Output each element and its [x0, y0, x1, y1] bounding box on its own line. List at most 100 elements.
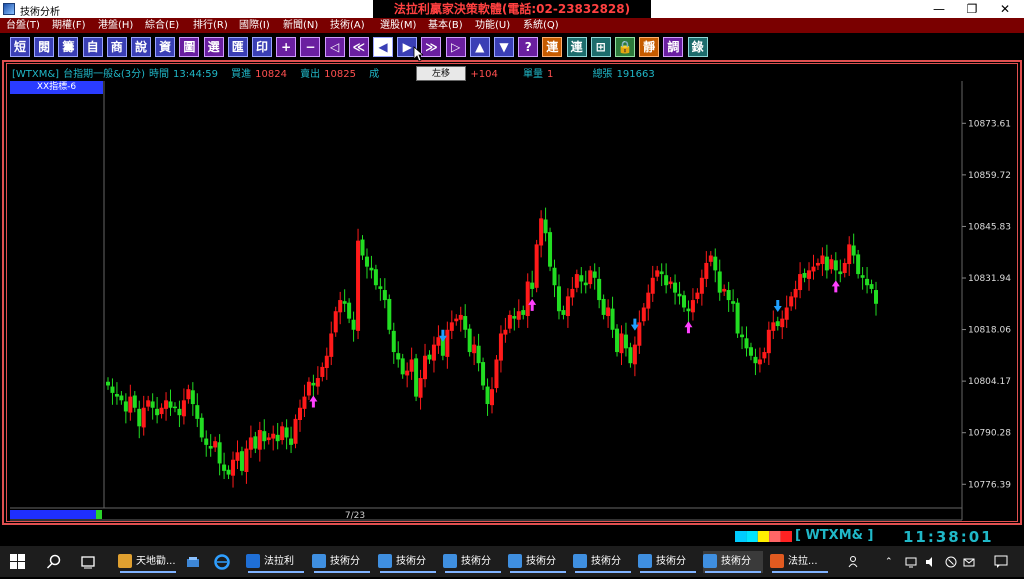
toolbar-button-2[interactable]: 籌: [58, 37, 79, 57]
menu-item-0[interactable]: 台盤(T): [6, 18, 40, 33]
notification-icon[interactable]: [994, 551, 1010, 573]
quote-volume: 1: [547, 69, 554, 80]
quote-time-label: 時間: [149, 69, 170, 80]
toolbar-button-28[interactable]: 錄: [687, 37, 708, 57]
tool-icon[interactable]: [185, 551, 205, 573]
quote-time: 13:44:59: [173, 69, 218, 80]
toolbar-button-3[interactable]: 自: [82, 37, 103, 57]
quote-trade-label: 成: [369, 69, 380, 80]
taskbar-app-7[interactable]: 技術分: [638, 551, 698, 573]
toolbar-button-27[interactable]: 調: [663, 37, 684, 57]
menu-item-1[interactable]: 期權(F): [52, 18, 86, 33]
close-button[interactable]: ✕: [988, 0, 1022, 18]
toolbar-button-25[interactable]: 🔒: [615, 37, 635, 57]
toolbar-button-10[interactable]: 印: [252, 37, 272, 57]
toolbar-button-26[interactable]: 靜: [639, 37, 660, 57]
taskbar-app-icon: [770, 554, 784, 568]
search-icon[interactable]: [46, 551, 66, 573]
taskbar-app-icon: [118, 554, 132, 568]
taskbar-app-label: 技術分: [330, 556, 360, 567]
maximize-button[interactable]: ❐: [955, 0, 989, 18]
taskbar-app-9[interactable]: 法拉...: [770, 551, 830, 573]
toolbar-button-21[interactable]: ?: [518, 37, 539, 57]
taskbar-app-3[interactable]: 技術分: [378, 551, 438, 573]
taskbar-app-label: 技術分: [721, 556, 751, 567]
toolbar-button-9[interactable]: 匯: [227, 37, 248, 57]
menu-item-4[interactable]: 排行(R): [193, 18, 228, 33]
taskbar-running-indicator: [248, 571, 304, 573]
menu-item-3[interactable]: 綜合(E): [145, 18, 179, 33]
taskbar-running-indicator: [510, 571, 566, 573]
toolbar-button-4[interactable]: 商: [106, 37, 127, 57]
toolbar-button-13[interactable]: ◁: [324, 37, 345, 57]
taskbar-app-icon: [703, 554, 717, 568]
taskbar-running-indicator: [380, 571, 436, 573]
toolbar-button-0[interactable]: 短: [10, 37, 30, 57]
taskbar-app-icon: [378, 554, 392, 568]
quote-symbol: [WTXM&]: [12, 69, 60, 80]
taskbar-app-0[interactable]: 天地勸...: [118, 551, 178, 573]
menu-item-11[interactable]: 系統(Q): [523, 18, 559, 33]
colorbar-segment-4: [780, 531, 792, 542]
menu-item-10[interactable]: 功能(U): [475, 18, 510, 33]
menu-item-2[interactable]: 港盤(H): [98, 18, 133, 33]
tray-chevron-icon[interactable]: ⌃: [885, 551, 897, 573]
toolbar-button-1[interactable]: 閱: [34, 37, 55, 57]
toolbar-button-7[interactable]: 圖: [179, 37, 200, 57]
taskbar-app-8[interactable]: 技術分: [703, 551, 763, 573]
toolbar-button-12[interactable]: −: [300, 37, 321, 57]
taskbar-app-label: 技術分: [396, 556, 426, 567]
network-icon[interactable]: [905, 551, 919, 573]
taskbar-app-2[interactable]: 技術分: [312, 551, 372, 573]
record-icon[interactable]: [945, 551, 959, 573]
mail-icon[interactable]: [963, 551, 977, 573]
indicator-label[interactable]: XX指標-6: [10, 81, 103, 94]
minimize-button[interactable]: —: [922, 0, 956, 18]
taskbar-app-icon: [573, 554, 587, 568]
taskbar-app-label: 技術分: [656, 556, 686, 567]
taskbar-app-label: 技術分: [526, 556, 556, 567]
taskbar-app-icon: [443, 554, 457, 568]
toolbar-button-8[interactable]: 選: [203, 37, 224, 57]
taskbar-app-4[interactable]: 技術分: [443, 551, 503, 573]
menu-item-5[interactable]: 國際(I): [239, 18, 270, 33]
toolbar-button-5[interactable]: 說: [131, 37, 151, 57]
colorbar-segment-0: [735, 531, 747, 542]
windows-start-icon[interactable]: [10, 551, 34, 573]
people-icon[interactable]: [848, 551, 866, 573]
quote-line: [WTXM&] 台指期一般&(3分) 時間 13:44:59 買進 10824 賣出 10…: [12, 65, 659, 80]
volume-icon[interactable]: [925, 551, 939, 573]
browser-icon[interactable]: [214, 551, 234, 573]
taskbar-app-5[interactable]: 技術分: [508, 551, 568, 573]
toolbar-button-18[interactable]: ▷: [445, 37, 466, 57]
status-symbol: [ WTXM& ]: [795, 528, 874, 543]
banner-text: 法拉利贏家決策軟體(電話:02-23832828): [373, 0, 651, 18]
task-view-icon[interactable]: [80, 551, 100, 573]
toolbar-button-24[interactable]: ⊞: [590, 37, 611, 57]
taskbar-app-6[interactable]: 技術分: [573, 551, 633, 573]
menu-item-8[interactable]: 選股(M): [380, 18, 416, 33]
toolbar-button-17[interactable]: ≫: [421, 37, 442, 57]
taskbar-app-1[interactable]: 法拉利: [246, 551, 306, 573]
taskbar-running-indicator: [445, 571, 501, 573]
toolbar-button-11[interactable]: +: [276, 37, 297, 57]
toolbar-button-19[interactable]: ▲: [469, 37, 490, 57]
toolbar-button-22[interactable]: 連: [542, 37, 563, 57]
toolbar-button-14[interactable]: ≪: [348, 37, 369, 57]
toolbar-button-6[interactable]: 資: [155, 37, 176, 57]
menu-item-7[interactable]: 技術(A): [330, 18, 365, 33]
toolbar-button-23[interactable]: 連: [566, 37, 587, 57]
menu-item-9[interactable]: 基本(B): [428, 18, 463, 33]
quote-total: 191663: [616, 69, 655, 80]
toolbar-button-15[interactable]: ◀: [373, 37, 393, 57]
toolbar-button-20[interactable]: ▼: [494, 37, 514, 57]
taskbar-running-indicator: [705, 571, 761, 573]
taskbar: ⌃ 天地勸... 法拉利 技術分 技術分 技術分 技術分 技術分 技術分 技術分 法拉...: [0, 546, 1024, 577]
taskbar-app-label: 天地勸...: [136, 556, 176, 567]
status-clock: 11:38:01: [903, 528, 994, 546]
quote-ask-label: 賣出: [300, 69, 321, 80]
taskbar-app-label: 技術分: [591, 556, 621, 567]
mouse-cursor-icon: [413, 46, 423, 62]
quote-change: +104: [470, 69, 498, 80]
menu-item-6[interactable]: 新聞(N): [283, 18, 318, 33]
